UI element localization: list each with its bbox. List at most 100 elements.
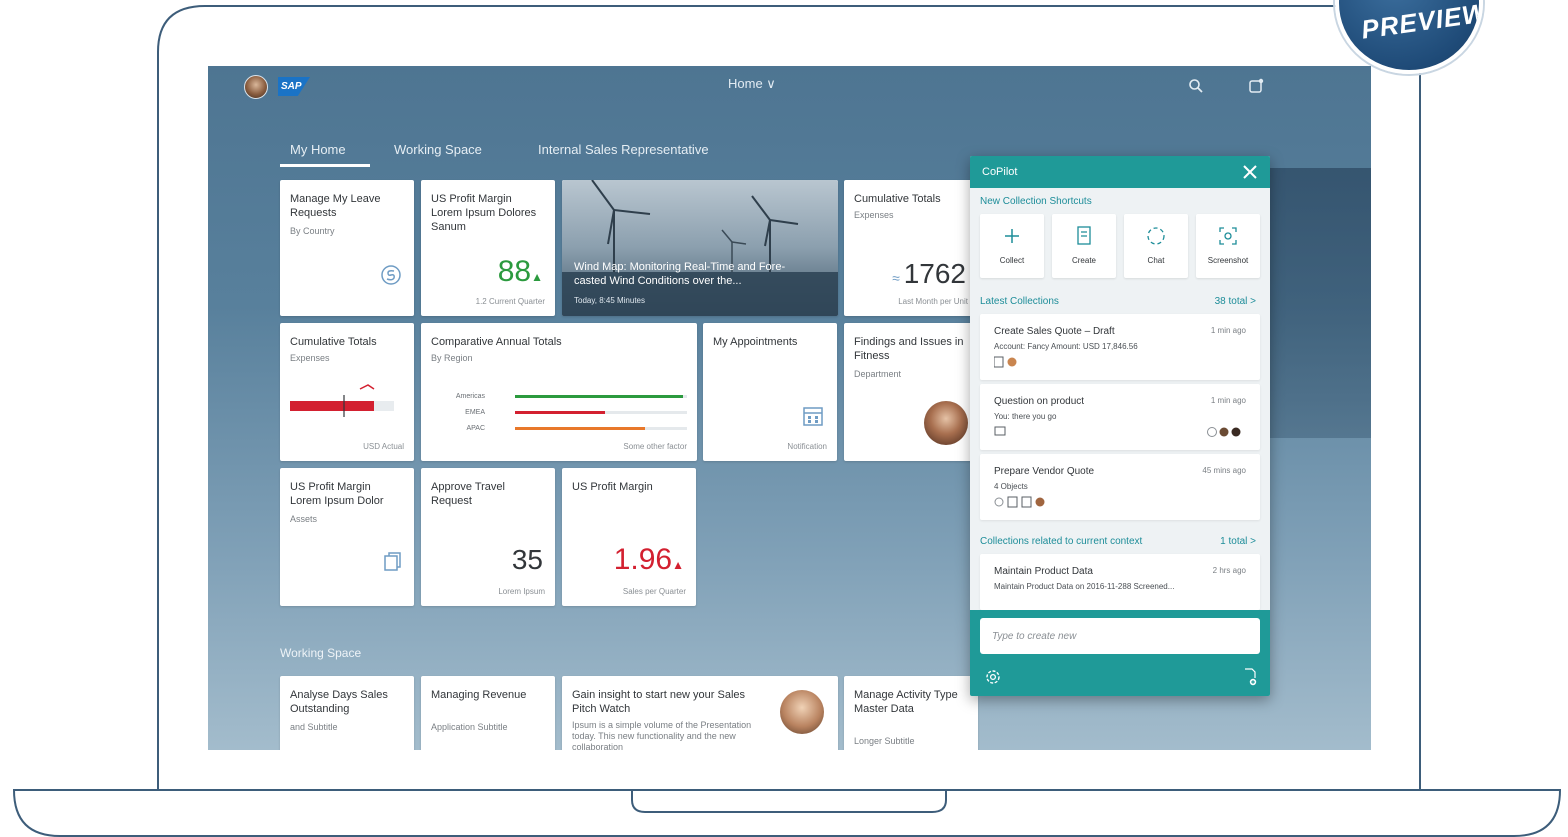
settings-icon[interactable] <box>984 668 1002 686</box>
trend-up-icon: ▲ <box>531 270 543 284</box>
tile-subtitle: Longer Subtitle <box>854 736 915 746</box>
latest-collections-label: Latest Collections <box>980 296 1059 307</box>
tile-findings[interactable]: Findings and Issues in Fitness Departmen… <box>844 323 978 461</box>
kpi-value: 35 <box>511 544 543 575</box>
card-time: 45 mins ago <box>1202 466 1246 475</box>
shortcut-chat[interactable]: Chat <box>1124 214 1188 278</box>
tab-internal-sales[interactable]: Internal Sales Representative <box>538 142 709 157</box>
chat-small-icon <box>994 426 1006 436</box>
tile-footer: Last Month per Unit <box>898 297 968 306</box>
card-title: Prepare Vendor Quote <box>994 466 1095 477</box>
tile-title: Comparative Annual Totals <box>431 336 562 348</box>
tile-profit-margin-3[interactable]: US Profit Margin 1.96▲ Sales per Quarter <box>562 468 696 606</box>
latest-collections-more[interactable]: 38 total > <box>1215 296 1256 307</box>
screenshot-icon <box>1219 227 1237 245</box>
tile-my-appointments[interactable]: My Appointments Notification <box>703 323 837 461</box>
tile-footer: Notification <box>787 442 827 451</box>
copilot-icon[interactable] <box>1248 78 1264 94</box>
tile-analyse-dso[interactable]: Analyse Days Sales Outstanding and Subti… <box>280 676 414 750</box>
tile-cumulative-totals-1[interactable]: Cumulative Totals Expenses ≈ 1762 Last M… <box>844 180 978 316</box>
shortcut-label: Create <box>1071 256 1096 265</box>
calendar-icon <box>803 407 823 426</box>
participant-avatars <box>1207 427 1241 437</box>
card-subtitle: Maintain Product Data on 2016-11-288 Scr… <box>994 582 1175 591</box>
close-icon[interactable] <box>1240 162 1260 182</box>
copilot-header: CoPilot <box>970 156 1270 188</box>
tile-subtitle: Application Subtitle <box>431 722 508 732</box>
tile-subtitle: and Subtitle <box>290 722 338 732</box>
stage: PREVIEW SAP Home ∨ My Home Working Space… <box>0 0 1568 837</box>
tile-footer: Sales per Quarter <box>622 587 686 596</box>
card-title: Maintain Product Data <box>994 566 1093 577</box>
tile-cumulative-totals-2[interactable]: Cumulative Totals Expenses USD Actual <box>280 323 414 461</box>
tile-manage-leave[interactable]: Manage My Leave Requests By Country <box>280 180 414 316</box>
copilot-panel: CoPilot New Collection Shortcuts Collect… <box>970 156 1270 696</box>
form-icon <box>1077 226 1091 245</box>
shortcut-label: Collect <box>999 256 1025 265</box>
card-title: Question on product <box>994 396 1085 407</box>
copilot-title: CoPilot <box>982 166 1018 178</box>
tile-subtitle: Assets <box>290 514 318 524</box>
tab-working-space[interactable]: Working Space <box>394 142 482 157</box>
kpi-value: 1.96▲ <box>614 544 684 581</box>
tile-approve-travel[interactable]: Approve Travel Request 35 Lorem Ipsum <box>421 468 555 606</box>
collection-card[interactable]: Create Sales Quote – Draft 1 min ago Acc… <box>980 314 1260 380</box>
add-document-icon[interactable] <box>1242 668 1258 686</box>
context-card[interactable]: Maintain Product Data 2 hrs ago Maintain… <box>980 554 1260 610</box>
tile-footer: Lorem Ipsum <box>498 587 545 596</box>
kpi-value: ≈ 1762 <box>892 258 966 294</box>
tile-profit-margin-1[interactable]: US Profit Margin Lorem Ipsum Dolores San… <box>421 180 555 316</box>
shortcut-collect[interactable]: Collect <box>980 214 1044 278</box>
search-icon[interactable] <box>1188 78 1204 94</box>
tile-profit-margin-2[interactable]: US Profit Margin Lorem Ipsum Dolor Asset… <box>280 468 414 606</box>
object-icons <box>994 496 1045 508</box>
context-collections-more[interactable]: 1 total > <box>1220 536 1256 547</box>
chat-icon <box>1147 227 1165 245</box>
tile-title: Wind Map: Monitoring Real-Time and Fore-… <box>574 261 786 287</box>
tile-activity-type[interactable]: Manage Activity Type Master Data Longer … <box>844 676 978 750</box>
approx-icon: ≈ <box>892 270 904 286</box>
tile-comparative-totals[interactable]: Comparative Annual Totals By Region Amer… <box>421 323 697 461</box>
card-subtitle: You: there you go <box>994 412 1057 421</box>
tile-sales-pitch[interactable]: Gain insight to start new your Sales Pit… <box>562 676 838 750</box>
shortcut-create[interactable]: Create <box>1052 214 1116 278</box>
leave-icon <box>381 265 401 285</box>
tile-title: US Profit Margin <box>572 481 653 493</box>
tile-managing-revenue[interactable]: Managing Revenue Application Subtitle <box>421 676 555 750</box>
tab-my-home[interactable]: My Home <box>290 142 346 157</box>
kpi-number: 88 <box>497 255 532 288</box>
collection-card[interactable]: Question on product 1 min ago You: there… <box>980 384 1260 450</box>
tab-active-indicator <box>280 164 370 167</box>
tile-footer: Today, 8:45 Minutes <box>574 296 646 305</box>
create-new-input[interactable] <box>980 618 1260 654</box>
tile-title: Manage Activity Type Master Data <box>854 689 958 715</box>
tile-title: Cumulative Totals <box>854 193 941 205</box>
comparison-chart <box>515 395 687 430</box>
tile-subtitle: Expenses <box>290 353 330 363</box>
plus-icon <box>1005 229 1019 243</box>
tile-wind-map[interactable]: Wind Map: Monitoring Real-Time and Fore-… <box>562 180 838 316</box>
tile-subtitle: Expenses <box>854 210 894 220</box>
user-avatar[interactable] <box>244 75 268 99</box>
tile-subtitle: Department <box>854 369 902 379</box>
context-collections-label: Collections related to current context <box>980 536 1143 547</box>
tile-subtitle: Ipsum is a simple volume of the Presenta… <box>572 720 752 750</box>
home-menu[interactable]: Home ∨ <box>728 76 776 92</box>
shortcut-label: Chat <box>1147 256 1165 265</box>
preview-badge-text: PREVIEW <box>1359 0 1483 45</box>
sap-logo[interactable]: SAP <box>278 77 310 96</box>
card-subtitle: Account: Fancy Amount: USD 17,846.56 <box>994 342 1138 351</box>
kpi-number: 1.96 <box>613 543 673 576</box>
shortcut-screenshot[interactable]: Screenshot <box>1196 214 1260 278</box>
tile-title: Gain insight to start new your Sales Pit… <box>572 689 746 715</box>
person-photo <box>924 401 968 445</box>
tile-title: Approve Travel Request <box>431 481 505 507</box>
tile-title: My Appointments <box>713 336 798 348</box>
comparison-labels: Americas EMEA APAC <box>441 389 485 437</box>
row-label: EMEA <box>465 409 485 416</box>
tile-title: US Profit Margin Lorem Ipsum Dolor <box>290 481 384 507</box>
shortcuts-label: New Collection Shortcuts <box>980 196 1092 207</box>
card-time: 2 hrs ago <box>1212 566 1246 575</box>
person-photo <box>780 690 824 734</box>
collection-card[interactable]: Prepare Vendor Quote 45 mins ago 4 Objec… <box>980 454 1260 520</box>
